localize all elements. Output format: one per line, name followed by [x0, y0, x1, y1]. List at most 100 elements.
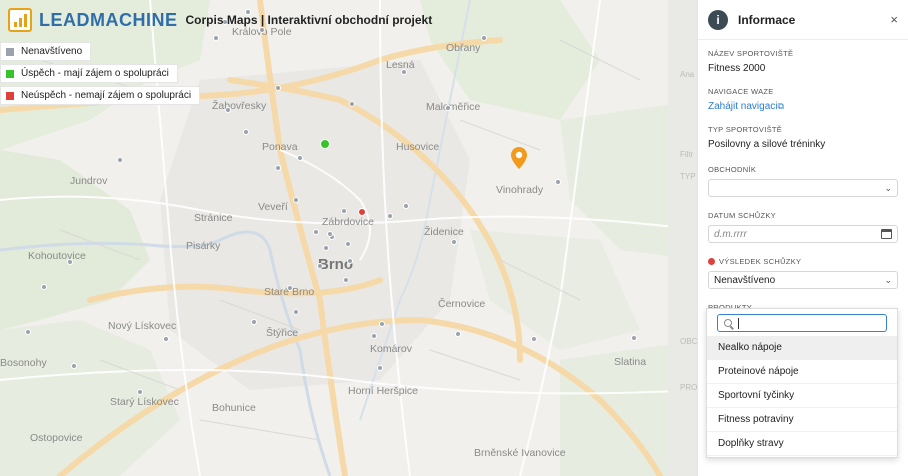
venue-type-value: Posilovny a silové tréninky: [708, 139, 826, 150]
chevron-down-icon: ⌄: [884, 182, 892, 193]
district-label: Husovice: [396, 141, 440, 153]
location-pin-unvisited[interactable]: [403, 203, 409, 209]
result-select[interactable]: Nenavštíveno ⌄: [708, 271, 898, 289]
location-pin-unvisited[interactable]: [71, 363, 77, 369]
location-pin-unvisited[interactable]: [341, 208, 347, 214]
date-input[interactable]: d.m.rrrr: [708, 225, 898, 243]
district-label: Kohoutovice: [28, 250, 86, 262]
leadmachine-logo-icon: [8, 8, 32, 32]
legend-item: Neúspěch - nemají zájem o spolupráci: [0, 86, 201, 105]
location-pin-unvisited[interactable]: [345, 241, 351, 247]
map-legend: Nenavštíveno Úspěch - mají zájem o spolup…: [0, 42, 201, 108]
location-pin-unvisited[interactable]: [343, 277, 349, 283]
venue-name-value: Fitness 2000: [708, 63, 766, 74]
district-label: Židenice: [424, 226, 464, 238]
location-pin-unvisited[interactable]: [481, 35, 487, 41]
product-option[interactable]: Doplňky stravy: [707, 432, 897, 456]
location-pin-unvisited[interactable]: [137, 389, 143, 395]
close-icon[interactable]: ×: [890, 12, 898, 27]
location-pin-unvisited[interactable]: [327, 231, 333, 237]
location-pin-unvisited[interactable]: [67, 259, 73, 265]
location-pin-unvisited[interactable]: [25, 329, 31, 335]
district-label: Slatina: [614, 356, 647, 368]
location-pin-unvisited[interactable]: [379, 321, 385, 327]
district-label: Zábrdovice: [322, 216, 374, 228]
location-pin-unvisited[interactable]: [455, 331, 461, 337]
venue-type-label: Typ sportoviště: [708, 125, 783, 134]
legend-swatch: [6, 47, 14, 56]
product-option[interactable]: Sportovní tyčinky: [707, 384, 897, 408]
location-pin-unvisited[interactable]: [531, 336, 537, 342]
products-search-input[interactable]: [717, 314, 887, 332]
venue-type-field: Typ sportoviště Posilovny a silové tréni…: [698, 125, 908, 150]
search-icon: [724, 319, 732, 327]
start-navigation-link[interactable]: Zahájit navigaci⧉: [708, 101, 898, 112]
location-pin-unvisited[interactable]: [323, 245, 329, 251]
district-label: Lesná: [386, 59, 415, 71]
panel-title: Informace: [738, 12, 796, 27]
district-label: Vinohrady: [496, 184, 544, 196]
district-label: Jundrov: [70, 175, 108, 187]
district-label: Obřany: [446, 42, 481, 54]
bg-label: Filtr: [680, 150, 694, 159]
dealer-select[interactable]: ⌄: [708, 179, 898, 197]
location-pin-unvisited[interactable]: [377, 365, 383, 371]
location-pin-unvisited[interactable]: [243, 129, 249, 135]
venue-name-label: Název sportoviště: [708, 49, 794, 58]
location-pin-failure[interactable]: [358, 208, 366, 216]
location-pin-unvisited[interactable]: [275, 165, 281, 171]
location-pin-unvisited[interactable]: [287, 285, 293, 291]
location-pin-unvisited[interactable]: [41, 284, 47, 290]
location-pin-unvisited[interactable]: [251, 319, 257, 325]
date-placeholder: d.m.rrrr: [714, 228, 747, 240]
date-field: Datum schůzky d.m.rrrr: [698, 211, 908, 243]
location-pin-unvisited[interactable]: [163, 336, 169, 342]
bg-label: TYP: [680, 172, 696, 181]
location-pin-unvisited[interactable]: [313, 229, 319, 235]
location-pin-unvisited[interactable]: [293, 197, 299, 203]
district-label: Brněnské Ivanovice: [474, 447, 566, 459]
location-pin-unvisited[interactable]: [349, 101, 355, 107]
product-option[interactable]: Fitness potraviny: [707, 408, 897, 432]
district-label: Bosonohy: [0, 357, 47, 369]
location-pin-unvisited[interactable]: [387, 213, 393, 219]
legend-swatch: [6, 69, 14, 78]
location-pin-unvisited[interactable]: [371, 333, 377, 339]
location-pin-success[interactable]: [320, 139, 330, 149]
district-label: Nový Lískovec: [108, 320, 177, 332]
waze-label: Navigace Waze: [708, 87, 774, 96]
location-pin-unvisited[interactable]: [293, 309, 299, 315]
location-pin-unvisited[interactable]: [317, 263, 323, 269]
location-pin-unvisited[interactable]: [451, 239, 457, 245]
dealer-label: Obchodník: [708, 165, 757, 174]
location-pin-unvisited[interactable]: [297, 155, 303, 161]
start-navigation-text[interactable]: Zahájit navigaci: [708, 101, 777, 112]
external-link-icon[interactable]: ⧉: [777, 101, 783, 111]
bg-label: OBC: [680, 337, 698, 346]
date-label: Datum schůzky: [708, 211, 776, 220]
result-label: Výsledek schůzky: [719, 257, 802, 266]
waze-field: Navigace Waze Zahájit navigaci⧉: [698, 87, 908, 112]
location-pin-unvisited[interactable]: [347, 258, 353, 264]
location-pin-unvisited[interactable]: [631, 335, 637, 341]
legend-label: Neúspěch - nemají zájem o spolupráci: [21, 90, 192, 101]
product-option[interactable]: Proteinové nápoje: [707, 360, 897, 384]
district-label: Ponava: [262, 141, 298, 153]
brand-subtitle: Corpis Maps | Interaktivní obchodní proj…: [185, 13, 433, 27]
legend-item: Úspěch - mají zájem o spolupráci: [0, 64, 178, 83]
district-label: Štýřice: [266, 327, 299, 339]
info-icon: i: [708, 9, 728, 30]
calendar-icon[interactable]: [881, 229, 892, 239]
legend-label: Nenavštíveno: [21, 46, 83, 57]
location-pin-unvisited[interactable]: [555, 179, 561, 185]
location-pin-unvisited[interactable]: [117, 157, 123, 163]
product-option[interactable]: Nealko nápoje: [707, 336, 897, 360]
location-pin-unvisited[interactable]: [401, 69, 407, 75]
selected-location-marker[interactable]: [510, 146, 528, 170]
location-pin-unvisited[interactable]: [275, 85, 281, 91]
location-pin-unvisited[interactable]: [225, 107, 231, 113]
location-pin-unvisited[interactable]: [213, 35, 219, 41]
dealer-field: Obchodník ⌄: [698, 165, 908, 197]
location-pin-unvisited[interactable]: [445, 105, 451, 111]
map-canvas[interactable]: Královo Pole Obřany Lesná Žabovřesky Maloměř…: [0, 0, 700, 476]
